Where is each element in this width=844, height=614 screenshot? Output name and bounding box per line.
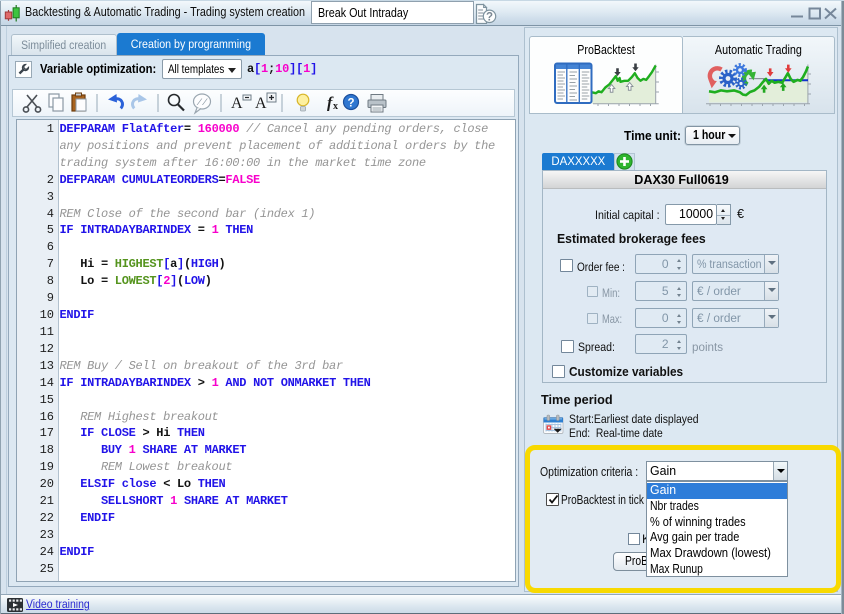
svg-text:x: x xyxy=(333,101,338,112)
svg-text:?: ? xyxy=(347,98,354,110)
svg-text:A: A xyxy=(255,95,267,112)
svg-text:?: ? xyxy=(486,12,493,24)
svg-text:A: A xyxy=(231,95,243,112)
svg-text://: // xyxy=(197,98,208,108)
